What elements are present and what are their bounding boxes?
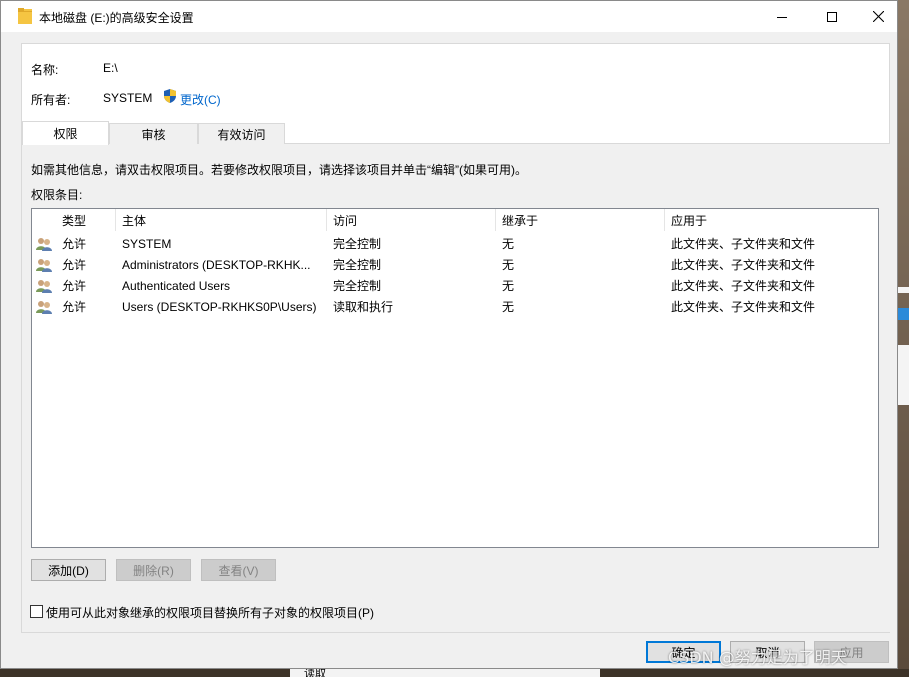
close-button[interactable] bbox=[855, 1, 901, 32]
tab-effective-access[interactable]: 有效访问 bbox=[198, 123, 285, 144]
window-title: 本地磁盘 (E:)的高级安全设置 bbox=[39, 11, 194, 25]
column-header-access[interactable]: 访问 bbox=[327, 209, 496, 231]
watermark-text: CSDN @努力是为了明天 bbox=[668, 648, 847, 667]
change-owner-link[interactable]: 更改(C) bbox=[180, 91, 221, 108]
minimize-button[interactable] bbox=[759, 1, 805, 32]
owner-value: SYSTEM bbox=[103, 91, 153, 105]
cell-principal: SYSTEM bbox=[122, 236, 172, 251]
column-label: 应用于 bbox=[671, 213, 708, 228]
permissions-hint: 如需其他信息，请双击权限项目。若要修改权限项目，请选择该项目并单击“编辑”(如果… bbox=[31, 163, 527, 177]
close-icon bbox=[872, 11, 884, 22]
cell-principal: Authenticated Users bbox=[122, 278, 231, 293]
cell-applies: 此文件夹、子文件夹和文件 bbox=[671, 237, 816, 251]
tab-permissions[interactable]: 权限 bbox=[22, 121, 109, 145]
add-button[interactable]: 添加(D) bbox=[31, 559, 106, 581]
cell-access: 完全控制 bbox=[333, 258, 382, 272]
cell-type: 允许 bbox=[62, 258, 87, 272]
column-header-type[interactable]: 类型 bbox=[56, 209, 116, 231]
cell-access: 读取和执行 bbox=[333, 300, 394, 314]
cell-type: 允许 bbox=[62, 279, 87, 293]
background-strip bbox=[898, 345, 909, 405]
column-label: 继承于 bbox=[502, 213, 539, 228]
background-strip-blue bbox=[898, 308, 909, 320]
uac-shield-icon bbox=[164, 89, 176, 103]
replace-child-permissions-checkbox[interactable] bbox=[30, 605, 43, 618]
cell-inherited: 无 bbox=[502, 279, 515, 293]
title-bar[interactable]: 本地磁盘 (E:)的高级安全设置 bbox=[1, 1, 897, 32]
desktop-background-bottom: 读取 bbox=[0, 668, 909, 677]
tab-audit[interactable]: 审核 bbox=[109, 123, 198, 144]
column-label: 访问 bbox=[333, 213, 358, 228]
name-label: 名称: bbox=[31, 63, 59, 77]
maximize-icon bbox=[827, 11, 837, 22]
cell-access: 完全控制 bbox=[333, 237, 382, 251]
cell-applies: 此文件夹、子文件夹和文件 bbox=[671, 300, 816, 314]
column-header-principal[interactable]: 主体 bbox=[116, 209, 327, 231]
background-panel: 读取 bbox=[290, 668, 600, 677]
column-header-applies[interactable]: 应用于 bbox=[665, 209, 878, 231]
table-row[interactable]: 允许 Administrators (DESKTOP-RKHK... 完全控制 … bbox=[32, 254, 878, 275]
table-row[interactable]: 允许 Authenticated Users 完全控制 无 此文件夹、子文件夹和… bbox=[32, 275, 878, 296]
replace-child-permissions-label: 使用可从此对象继承的权限项目替换所有子对象的权限项目(P) bbox=[46, 606, 374, 620]
background-strip bbox=[898, 287, 909, 293]
tab-label: 权限 bbox=[53, 127, 78, 141]
column-header-inherited[interactable]: 继承于 bbox=[496, 209, 665, 231]
cell-applies: 此文件夹、子文件夹和文件 bbox=[671, 279, 816, 293]
table-row[interactable]: 允许 Users (DESKTOP-RKHKS0P\Users) 读取和执行 无… bbox=[32, 296, 878, 317]
owner-label: 所有者: bbox=[31, 93, 71, 107]
tab-label: 审核 bbox=[141, 127, 166, 142]
users-icon bbox=[36, 238, 52, 251]
cell-type: 允许 bbox=[62, 237, 87, 251]
folder-icon bbox=[18, 8, 32, 24]
users-icon bbox=[36, 301, 52, 314]
maximize-button[interactable] bbox=[809, 1, 855, 32]
name-value: E:\ bbox=[103, 61, 118, 75]
cell-inherited: 无 bbox=[502, 237, 515, 251]
list-header: 类型 主体 访问 继承于 应用于 bbox=[32, 209, 878, 231]
view-button[interactable]: 查看(V) bbox=[201, 559, 276, 581]
tab-label: 有效访问 bbox=[217, 127, 266, 142]
cell-applies: 此文件夹、子文件夹和文件 bbox=[671, 258, 816, 272]
cell-principal: Users (DESKTOP-RKHKS0P\Users) bbox=[122, 299, 317, 314]
cell-access: 完全控制 bbox=[333, 279, 382, 293]
cell-type: 允许 bbox=[62, 300, 87, 314]
permission-entries-list[interactable]: 类型 主体 访问 继承于 应用于 允许 SYSTEM 完全控制 无 此文件夹、子… bbox=[31, 208, 879, 548]
users-icon bbox=[36, 259, 52, 272]
security-settings-window: 本地磁盘 (E:)的高级安全设置 名称: E:\ 所有者: SYSTEM 更改(… bbox=[0, 0, 898, 669]
minimize-icon bbox=[777, 16, 787, 18]
cell-inherited: 无 bbox=[502, 300, 515, 314]
permission-entries-label: 权限条目: bbox=[31, 188, 83, 202]
column-label: 主体 bbox=[122, 213, 147, 228]
cell-principal: Administrators (DESKTOP-RKHK... bbox=[122, 257, 311, 272]
cell-inherited: 无 bbox=[502, 258, 515, 272]
remove-button[interactable]: 删除(R) bbox=[116, 559, 191, 581]
desktop-background-right bbox=[898, 0, 909, 677]
users-icon bbox=[36, 280, 52, 293]
column-label: 类型 bbox=[62, 213, 87, 228]
table-row[interactable]: 允许 SYSTEM 完全控制 无 此文件夹、子文件夹和文件 bbox=[32, 233, 878, 254]
